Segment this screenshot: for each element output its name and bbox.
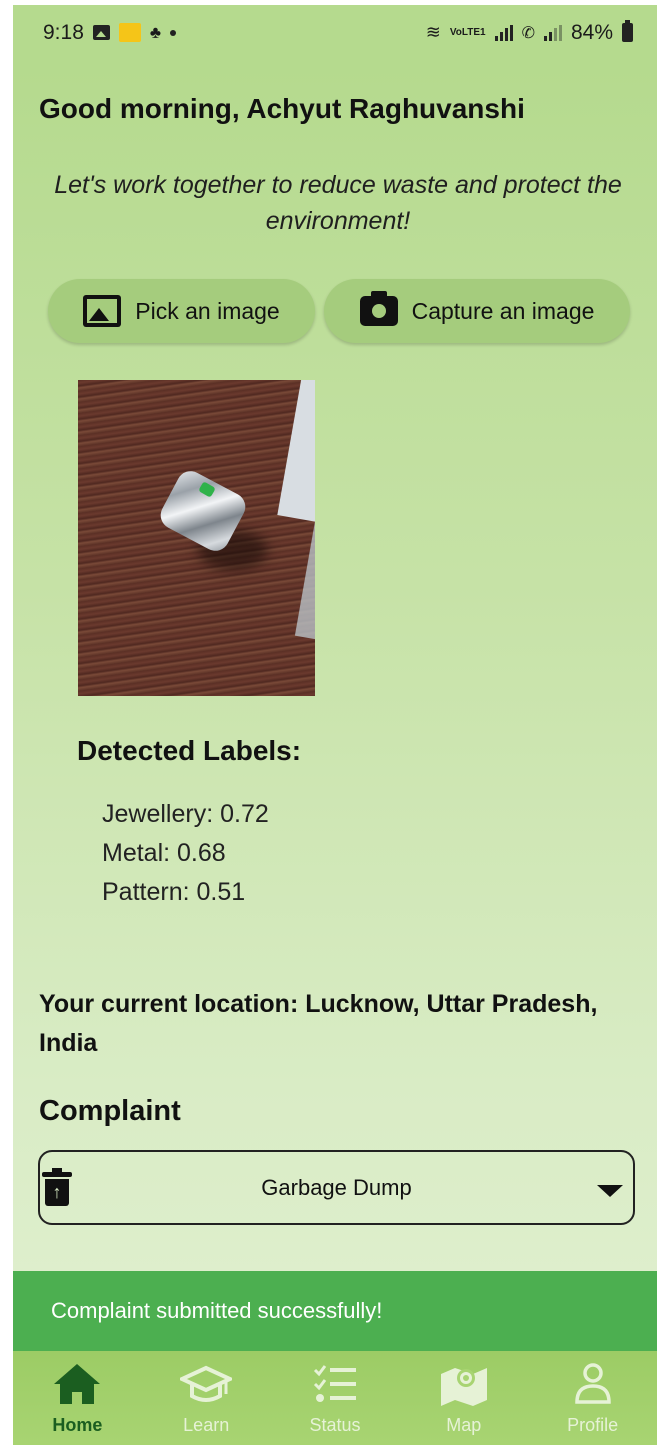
success-snackbar: Complaint submitted successfully! <box>13 1271 657 1351</box>
person-icon <box>567 1361 619 1407</box>
complaint-type-value: Garbage Dump <box>261 1174 412 1200</box>
nav-learn[interactable]: Learn <box>142 1351 271 1445</box>
gallery-notification-icon <box>92 25 110 40</box>
wifi-calling-icon: ✆ <box>521 24 535 42</box>
battery-icon <box>622 20 633 42</box>
nav-status[interactable]: Status <box>271 1351 400 1445</box>
complaint-type-dropdown[interactable]: ↑ Garbage Dump <box>38 1150 635 1225</box>
detected-label: Jewellery: 0.72 <box>102 800 269 828</box>
clock: 9:18 <box>43 20 84 44</box>
nav-profile-label: Profile <box>567 1415 619 1435</box>
graduation-cap-icon <box>180 1361 233 1407</box>
current-location: Your current location: Lucknow, Uttar Pr… <box>39 990 598 1057</box>
home-icon <box>51 1361 103 1407</box>
wifi-icon: ≋ <box>425 22 441 42</box>
pick-image-button[interactable]: Pick an image <box>48 279 315 343</box>
battery-percent: 84% <box>570 20 613 44</box>
bottom-navigation: Home Learn Status Map Profile <box>13 1351 657 1445</box>
more-notifications-dot-icon <box>170 29 177 36</box>
complaint-title: Complaint <box>39 1095 181 1127</box>
tagline: Let's work together to reduce waste and … <box>54 171 622 235</box>
detected-labels-list: Jewellery: 0.72 Metal: 0.68 Pattern: 0.5… <box>102 795 269 912</box>
pick-image-label: Pick an image <box>135 297 280 324</box>
signal-icon <box>494 24 513 41</box>
guitar-notification-icon: ♣ <box>149 22 162 42</box>
checklist-icon <box>309 1361 361 1407</box>
map-icon <box>438 1361 490 1407</box>
selected-photo <box>78 380 315 696</box>
app-screen: 9:18 ♣ ≋ VoLTE1 ✆ 84% Good morning, Achy… <box>13 5 657 1445</box>
image-icon <box>83 295 122 327</box>
detected-labels-title: Detected Labels: <box>77 735 302 766</box>
capture-image-label: Capture an image <box>411 297 595 324</box>
signal-2-icon <box>543 24 562 41</box>
snackbar-message: Complaint submitted successfully! <box>51 1298 383 1323</box>
detected-label: Pattern: 0.51 <box>102 878 246 906</box>
camera-icon <box>359 291 398 326</box>
nav-map-label: Map <box>446 1415 482 1435</box>
nav-map[interactable]: Map <box>399 1351 528 1445</box>
nav-home-label: Home <box>52 1415 103 1435</box>
app-notification-icon <box>118 23 141 42</box>
dropdown-arrow-icon <box>597 1185 623 1197</box>
capture-image-button[interactable]: Capture an image <box>324 279 630 343</box>
nav-status-label: Status <box>309 1415 361 1435</box>
nav-home[interactable]: Home <box>13 1351 142 1445</box>
greeting: Good morning, Achyut Raghuvanshi <box>39 93 525 124</box>
status-bar: 9:18 ♣ ≋ VoLTE1 ✆ 84% <box>13 5 657 60</box>
nav-profile[interactable]: Profile <box>528 1351 657 1445</box>
detected-label: Metal: 0.68 <box>102 839 226 867</box>
nav-learn-label: Learn <box>183 1415 230 1435</box>
volte-label: VoLTE1 <box>449 26 486 38</box>
